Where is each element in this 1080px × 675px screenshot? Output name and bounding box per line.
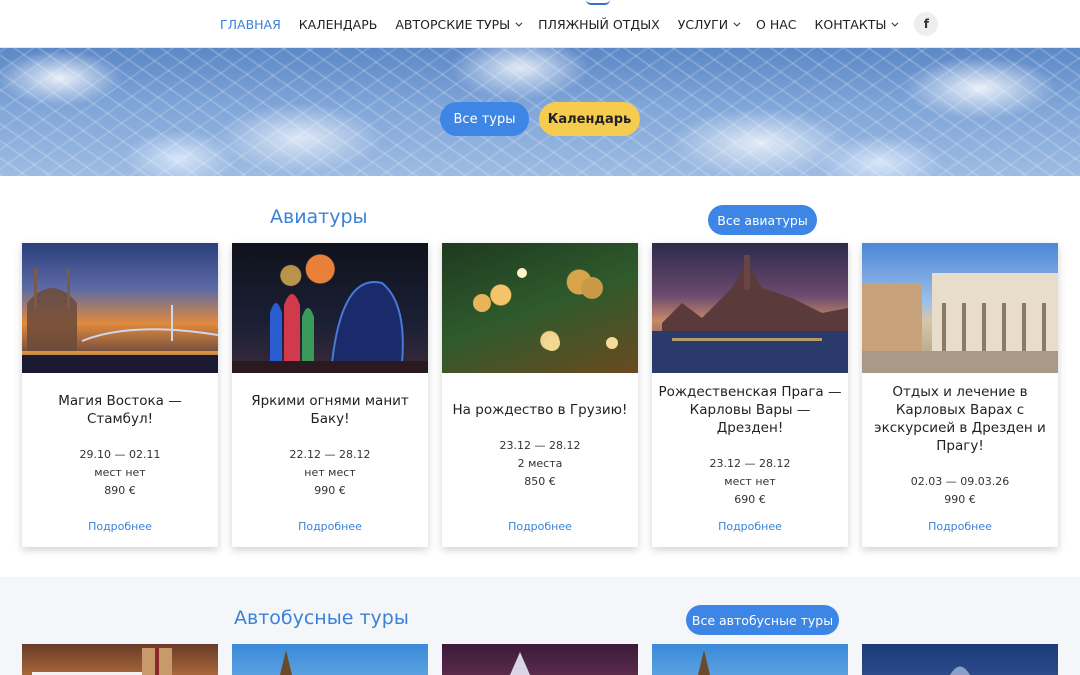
tour-price: 690 € (734, 493, 766, 506)
tour-dates: 23.12 — 28.12 (709, 457, 791, 470)
tour-image[interactable] (442, 644, 638, 675)
tour-image-art (652, 255, 848, 373)
tour-image-art (232, 281, 428, 373)
tour-card[interactable]: На рождество в Грузию! 23.12 — 28.12 2 м… (442, 243, 638, 547)
chevron-down-icon (891, 19, 899, 27)
tour-image (862, 243, 1058, 373)
section-title-bus: Автобусные туры (234, 607, 409, 629)
chevron-down-icon (515, 19, 523, 27)
tour-image-art (280, 650, 292, 675)
nav-item-label: КОНТАКТЫ (814, 16, 887, 32)
details-link[interactable]: Подробнее (22, 520, 218, 533)
hero-banner: Все туры Календарь (0, 48, 1080, 176)
tour-image (22, 243, 218, 373)
tour-seats: мест нет (94, 466, 146, 479)
nav-menu: ГЛАВНАЯ КАЛЕНДАРЬ АВТОРСКИЕ ТУРЫ ПЛЯЖНЫЙ… (220, 0, 939, 48)
details-link[interactable]: Подробнее (862, 520, 1058, 533)
tour-image (442, 243, 638, 373)
nav-item-services[interactable]: УСЛУГИ (677, 16, 741, 32)
tour-seats: нет мест (304, 466, 356, 479)
tour-dates: 23.12 — 28.12 (499, 439, 581, 452)
tour-image[interactable] (22, 644, 218, 675)
tour-title: Яркими огнями манит Баку! (251, 393, 409, 427)
all-tours-button[interactable]: Все туры (440, 102, 529, 136)
nav-item-beach[interactable]: ПЛЯЖНЫЙ ОТДЫХ (538, 17, 660, 32)
details-link[interactable]: Подробнее (442, 520, 638, 533)
nav-item-author-tours[interactable]: АВТОРСКИЕ ТУРЫ (395, 16, 523, 32)
tour-title: Отдых и лечение в Карловых Варах с экску… (874, 384, 1046, 454)
facebook-icon[interactable]: f (914, 12, 939, 36)
nav-item-label: КАЛЕНДАРЬ (298, 16, 378, 32)
top-navigation: ГЛАВНАЯ КАЛЕНДАРЬ АВТОРСКИЕ ТУРЫ ПЛЯЖНЫЙ… (0, 0, 1080, 48)
tour-card[interactable]: Магия Востока — Стамбул! 29.10 — 02.11 м… (22, 243, 218, 547)
nav-item-home[interactable]: ГЛАВНАЯ (220, 17, 281, 32)
tour-title: Магия Востока — Стамбул! (58, 393, 182, 427)
tour-image[interactable] (862, 644, 1058, 675)
tour-dates: 22.12 — 28.12 (289, 448, 371, 461)
chevron-down-icon (733, 19, 741, 27)
tour-image (232, 243, 428, 373)
all-bus-tours-button[interactable]: Все автобусные туры (686, 605, 839, 635)
tour-title: Рождественская Прага — Карловы Вары — Др… (658, 384, 842, 436)
tour-price: 890 € (104, 484, 136, 497)
tour-image[interactable] (652, 644, 848, 675)
tour-card[interactable]: Отдых и лечение в Карловых Варах с экску… (862, 243, 1058, 547)
tour-image-art (32, 648, 172, 675)
tour-price: 990 € (944, 493, 976, 506)
tour-image (652, 243, 848, 373)
tour-price: 990 € (314, 484, 346, 497)
tour-image-art (950, 666, 970, 675)
nav-item-calendar[interactable]: КАЛЕНДАРЬ (299, 17, 378, 32)
tour-image-art (22, 268, 218, 373)
tour-price: 850 € (524, 475, 556, 488)
tour-seats: мест нет (724, 475, 776, 488)
nav-item-label: УСЛУГИ (677, 16, 729, 32)
calendar-button[interactable]: Календарь (539, 102, 640, 136)
tour-image-art (698, 650, 710, 675)
nav-item-label: ГЛАВНАЯ (220, 16, 281, 32)
nav-item-label: АВТОРСКИЕ ТУРЫ (395, 16, 511, 32)
details-link[interactable]: Подробнее (652, 520, 848, 533)
nav-item-about[interactable]: О НАС (756, 17, 797, 32)
all-avia-tours-button[interactable]: Все авиатуры (708, 205, 817, 235)
tour-image-art (510, 652, 530, 675)
tour-title: На рождество в Грузию! (452, 402, 628, 418)
tour-card[interactable]: Яркими огнями манит Баку! 22.12 — 28.12 … (232, 243, 428, 547)
details-link[interactable]: Подробнее (232, 520, 428, 533)
nav-item-label: ПЛЯЖНЫЙ ОТДЫХ (538, 16, 660, 32)
tour-dates: 29.10 — 02.11 (79, 448, 161, 461)
nav-item-contacts[interactable]: КОНТАКТЫ (814, 16, 899, 32)
tour-card[interactable]: Рождественская Прага — Карловы Вары — Др… (652, 243, 848, 547)
tour-image[interactable] (232, 644, 428, 675)
tour-seats: 2 места (517, 457, 563, 470)
tour-image-art (862, 273, 1058, 373)
section-title-avia: Авиатуры (270, 206, 368, 228)
nav-item-label: О НАС (756, 16, 797, 32)
tour-dates: 02.03 — 09.03.26 (910, 475, 1010, 488)
tour-image-art (473, 268, 618, 351)
